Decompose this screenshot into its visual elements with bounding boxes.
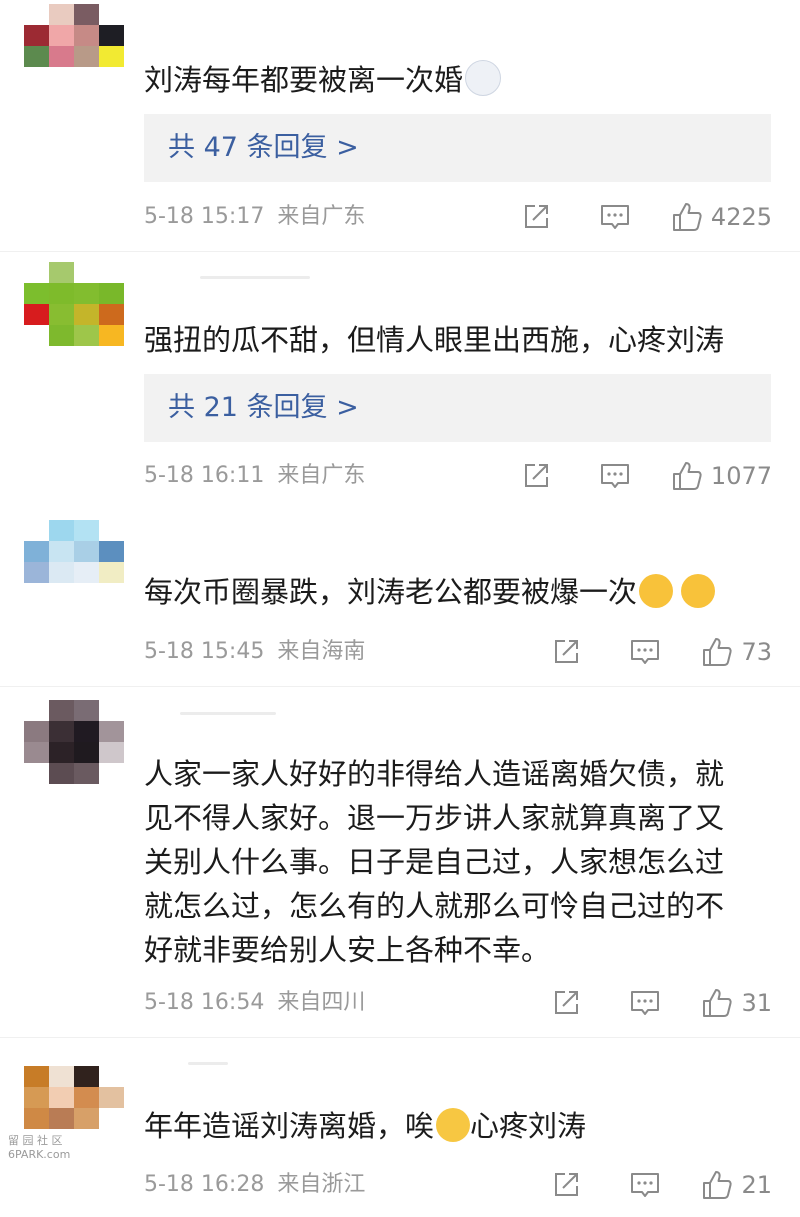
like-button[interactable]: 1077 xyxy=(671,456,772,496)
comment-actions: 1077 xyxy=(521,456,772,496)
share-icon[interactable] xyxy=(521,461,551,491)
like-count: 31 xyxy=(741,989,772,1017)
timestamp: 5-18 16:11 xyxy=(144,463,265,488)
comment-meta: 5-18 16:11 来自广东 1077 xyxy=(144,456,772,496)
husky-emoji xyxy=(465,60,502,96)
timestamp: 5-18 16:28 xyxy=(144,1172,265,1197)
comment-icon[interactable] xyxy=(629,988,661,1018)
crying-laughing-emoji xyxy=(681,574,716,608)
like-button[interactable]: 4225 xyxy=(671,197,772,237)
location: 来自广东 xyxy=(277,204,366,229)
watermark: 留 园 社 区 6PARK.com xyxy=(8,1134,71,1161)
avatar[interactable] xyxy=(24,700,124,784)
location: 来自广东 xyxy=(277,463,366,488)
like-icon xyxy=(672,462,702,490)
view-replies-button[interactable]: 共 21 条回复 > xyxy=(144,374,771,442)
like-icon xyxy=(672,203,702,231)
timestamp: 5-18 15:17 xyxy=(144,204,265,229)
comment-meta: 5-18 15:17 来自广东 4225 xyxy=(144,197,772,237)
share-icon[interactable] xyxy=(551,1170,581,1200)
comment-actions: 31 xyxy=(551,983,772,1023)
location: 来自海南 xyxy=(277,639,366,664)
share-icon[interactable] xyxy=(551,988,581,1018)
like-icon xyxy=(703,989,733,1017)
comment-text: 年年造谣刘涛离婚，唉 心疼刘涛 xyxy=(144,1108,587,1143)
avatar[interactable] xyxy=(24,520,124,604)
like-count: 1077 xyxy=(710,462,772,490)
blurred-username xyxy=(188,1062,228,1065)
comment-actions: 73 xyxy=(551,632,772,672)
like-button[interactable]: 73 xyxy=(701,632,772,672)
blurred-username xyxy=(200,276,310,279)
like-button[interactable]: 31 xyxy=(701,983,772,1023)
comment-text: 刘涛每年都要被离一次婚 xyxy=(144,58,772,102)
comment-icon[interactable] xyxy=(629,637,661,667)
pensive-emoji xyxy=(436,1108,471,1142)
like-button[interactable]: 21 xyxy=(701,1165,772,1205)
comment-meta: 5-18 15:45 来自海南 73 xyxy=(144,632,772,672)
like-count: 21 xyxy=(741,1171,772,1199)
like-icon xyxy=(703,638,733,666)
timestamp: 5-18 16:54 xyxy=(144,990,265,1015)
comment-icon[interactable] xyxy=(599,461,631,491)
comment-icon[interactable] xyxy=(599,202,631,232)
comment-actions: 4225 xyxy=(521,197,772,237)
comment-meta: 5-18 16:54 来自四川 31 xyxy=(144,983,772,1023)
blurred-username xyxy=(180,712,276,715)
like-count: 73 xyxy=(741,638,772,666)
comment-meta: 5-18 16:28 来自浙江 21 xyxy=(144,1165,772,1205)
location: 来自四川 xyxy=(277,990,366,1015)
like-icon xyxy=(703,1171,733,1199)
comment-text: 每次币圈暴跌，刘涛老公都要被爆一次 xyxy=(144,570,772,614)
comment-text: 人家一家人好好的非得给人造谣离婚欠债，就 见不得人家好。退一万步讲人家就算真离了… xyxy=(144,757,725,967)
comment-icon[interactable] xyxy=(629,1170,661,1200)
share-icon[interactable] xyxy=(551,637,581,667)
comment-text: 强扭的瓜不甜，但情人眼里出西施，心疼刘涛 xyxy=(144,323,725,357)
like-count: 4225 xyxy=(710,203,772,231)
avatar[interactable] xyxy=(24,262,124,346)
share-icon[interactable] xyxy=(521,202,551,232)
view-replies-button[interactable]: 共 47 条回复 > xyxy=(144,114,771,182)
location: 来自浙江 xyxy=(277,1172,366,1197)
crying-laughing-emoji xyxy=(639,574,674,608)
avatar[interactable] xyxy=(24,4,124,88)
timestamp: 5-18 15:45 xyxy=(144,639,265,664)
comment-actions: 21 xyxy=(551,1165,772,1205)
